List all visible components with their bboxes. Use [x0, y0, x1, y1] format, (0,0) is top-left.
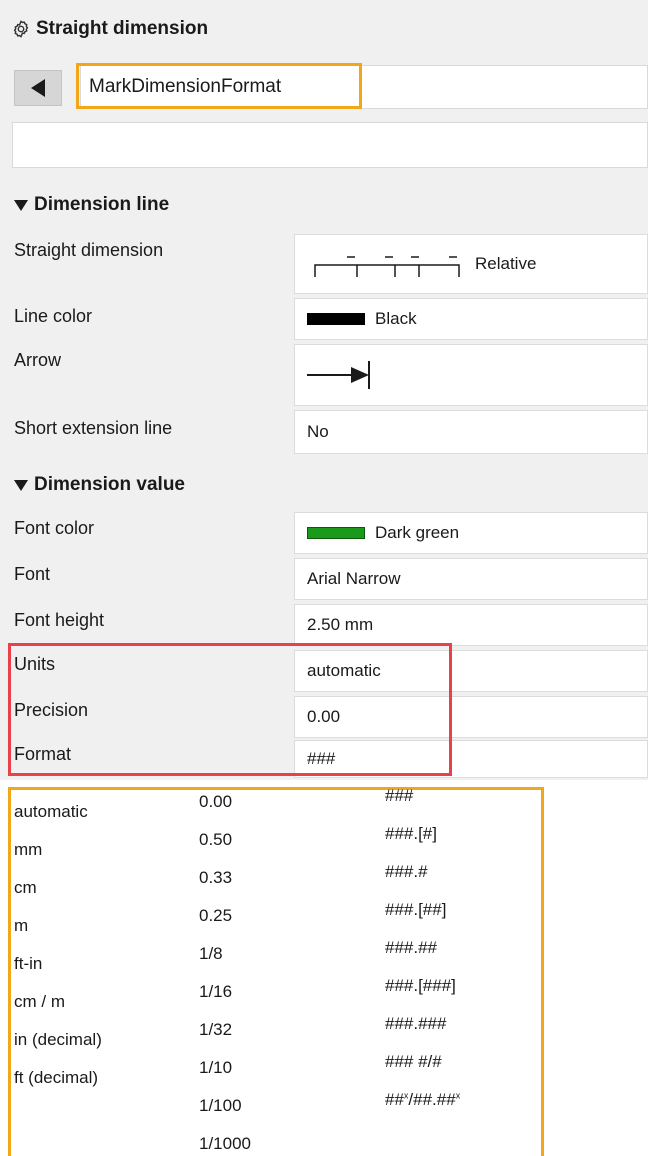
section-title: Dimension value [34, 474, 185, 495]
unit-option: ft-in [14, 954, 43, 973]
short-extension-value: No [307, 422, 329, 441]
font-value: Arial Narrow [307, 569, 401, 588]
precision-option: 1/100 [199, 1096, 242, 1115]
unit-option: mm [14, 840, 43, 859]
units-field[interactable]: automatic [294, 650, 648, 692]
straight-dimension-label: Straight dimension [14, 240, 164, 260]
line-color-label: Line color [14, 306, 93, 326]
unit-option: cm [14, 878, 37, 897]
section-dimension-value[interactable]: Dimension value [14, 474, 185, 496]
collapse-triangle-icon [14, 199, 28, 211]
line-color-field[interactable]: Black [294, 298, 648, 340]
precision-value: 0.00 [307, 707, 341, 726]
format-option: ###.[#] [385, 824, 437, 843]
font-height-label: Font height [14, 610, 105, 630]
font-color-label: Font color [14, 518, 95, 538]
panel-header: Straight dimension [12, 14, 208, 44]
format-option: ### [385, 786, 414, 805]
format-option: ###.## [385, 938, 437, 957]
arrow-label: Arrow [14, 350, 62, 370]
format-option: ###.[###] [385, 976, 456, 995]
format-label: Format [14, 744, 72, 764]
gear-icon [13, 20, 29, 38]
format-value: ### [307, 749, 336, 768]
short-extension-field[interactable]: No [294, 410, 648, 454]
precision-option: 0.50 [199, 830, 233, 849]
unit-option: ft (decimal) [14, 1068, 99, 1087]
format-option: ### #/# [385, 1052, 442, 1071]
triangle-left-icon [31, 79, 45, 97]
straight-dimension-value: Relative [475, 254, 537, 273]
unit-option: in (decimal) [14, 1030, 102, 1049]
description-field[interactable] [12, 122, 648, 168]
dark-green-swatch [307, 527, 365, 539]
font-color-field[interactable]: Dark green [294, 512, 648, 554]
section-dimension-line[interactable]: Dimension line [14, 194, 169, 216]
font-field[interactable]: Arial Narrow [294, 558, 648, 600]
line-color-value: Black [375, 309, 417, 328]
unit-option: automatic [14, 802, 88, 821]
unit-option: m [14, 916, 29, 935]
precision-option: 1/8 [199, 944, 223, 963]
font-label: Font [14, 564, 51, 584]
straight-dimension-field[interactable]: Relative [294, 234, 648, 294]
format-field[interactable]: ### [294, 740, 648, 778]
precision-option: 1/32 [199, 1020, 233, 1039]
units-label: Units [14, 654, 56, 674]
properties-panel: Straight dimension MarkDimensionFormat D… [0, 0, 648, 780]
precision-option: 1/1000 [199, 1134, 251, 1153]
format-option: ###.[##] [385, 900, 447, 919]
precision-option: 0.33 [199, 868, 233, 887]
arrow-icon [307, 361, 370, 389]
collapse-triangle-icon [14, 479, 28, 491]
precision-option: 0.00 [199, 792, 233, 811]
format-option: ###.# [385, 862, 428, 881]
options-table: automatic mm cm m ft-in cm / m in (decim… [8, 786, 544, 1156]
format-name-field[interactable]: MarkDimensionFormat [80, 65, 648, 109]
precision-option: 0.25 [199, 906, 233, 925]
arrow-field[interactable] [294, 344, 648, 406]
section-title: Dimension line [34, 194, 170, 215]
unit-option: cm / m [14, 992, 65, 1011]
relative-dimension-icon [314, 256, 460, 277]
font-height-field[interactable]: 2.50 mm [294, 604, 648, 646]
units-value: automatic [307, 661, 381, 680]
black-swatch [307, 313, 365, 325]
back-button[interactable] [14, 70, 62, 106]
precision-option: 1/16 [199, 982, 233, 1001]
precision-option: 1/10 [199, 1058, 233, 1077]
font-height-value: 2.50 mm [307, 615, 374, 634]
precision-label: Precision [14, 700, 89, 720]
precision-field[interactable]: 0.00 [294, 696, 648, 738]
font-color-value: Dark green [375, 523, 460, 542]
short-extension-label: Short extension line [14, 418, 173, 438]
format-option: ###.### [385, 1014, 447, 1033]
format-option: ##x/##.##x [385, 1090, 461, 1109]
panel-title: Straight dimension [36, 18, 209, 39]
